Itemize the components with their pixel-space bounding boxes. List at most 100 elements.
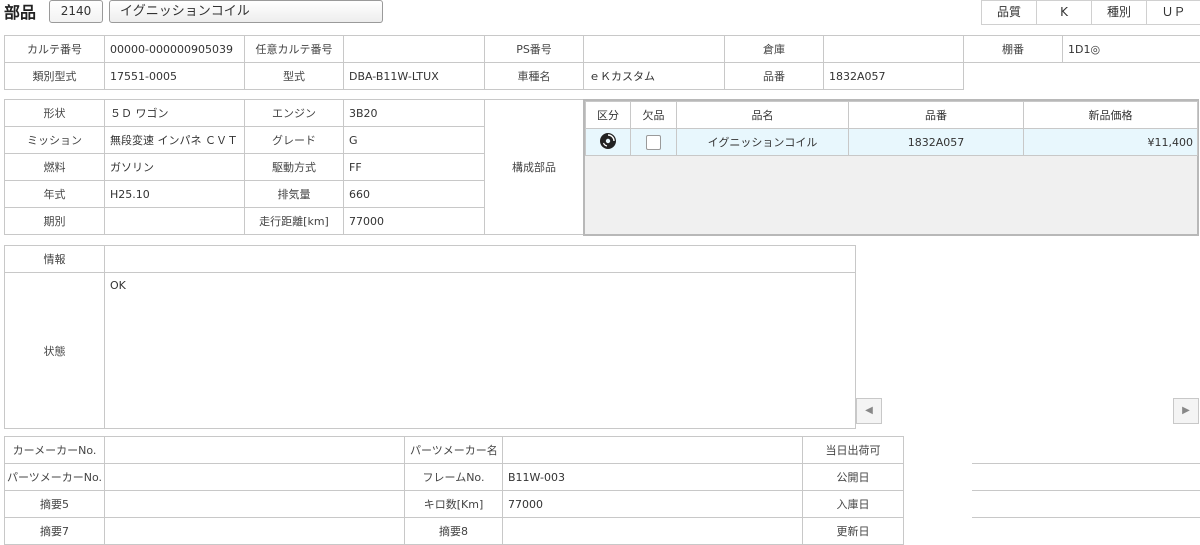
missing-checkbox[interactable] xyxy=(646,135,661,150)
page-title: 部品 xyxy=(4,1,36,25)
part-name-field[interactable]: イグニッションコイル xyxy=(109,0,383,23)
mileage-label: 走行距離[km] xyxy=(245,208,344,235)
parts-maker-name-value xyxy=(503,437,803,464)
frame-no-value: B11W-003 xyxy=(503,464,803,491)
part-code-field[interactable]: 2140 xyxy=(49,0,103,23)
summary8-value xyxy=(503,518,803,545)
scroll-left-button[interactable]: ◀ xyxy=(856,398,882,424)
info-value xyxy=(105,246,856,273)
km-label: キロ数[Km] xyxy=(405,491,503,518)
model-label: 型式 xyxy=(245,63,344,90)
same-day-ship-value xyxy=(972,463,1200,464)
displacement-label: 排気量 xyxy=(245,181,344,208)
table-row[interactable]: イグニッションコイル 1832A057 ¥11,400 xyxy=(586,129,1198,156)
component-parts-label: 構成部品 xyxy=(485,100,584,235)
bottom-row: カーメーカーNo. パーツメーカー名 当日出荷可 xyxy=(5,437,904,464)
karte-number-value: 00000-000000905039 xyxy=(105,36,245,63)
grade-value: G xyxy=(344,127,485,154)
shape-value: ５Ｄ ワゴン xyxy=(105,100,245,127)
type-value: ＵＰ xyxy=(1146,0,1200,25)
info-note-row: 情報 xyxy=(5,246,856,273)
bottom-row: 摘要7 摘要8 更新日 xyxy=(5,518,904,545)
class-model-value: 17551-0005 xyxy=(105,63,245,90)
car-name-label: 車種名 xyxy=(485,63,584,90)
publish-date-value xyxy=(972,490,1200,491)
arrival-date-label: 入庫日 xyxy=(803,491,904,518)
col-name-header: 品名 xyxy=(677,102,849,129)
drive-value: FF xyxy=(344,154,485,181)
parts-maker-no-label: パーツメーカーNo. xyxy=(5,464,105,491)
car-maker-no-label: カーメーカーNo. xyxy=(5,437,105,464)
transmission-value: 無段変速 インパネ ＣＶＴ xyxy=(105,127,245,154)
summary5-label: 摘要5 xyxy=(5,491,105,518)
quality-value: K xyxy=(1036,0,1091,25)
bottom-row: パーツメーカーNo. フレームNo. B11W-003 公開日 xyxy=(5,464,904,491)
year-label: 年式 xyxy=(5,181,105,208)
arrival-date-value xyxy=(972,517,1200,518)
model-value: DBA-B11W-LTUX xyxy=(344,63,485,90)
disc-icon xyxy=(599,132,617,150)
transmission-label: ミッション xyxy=(5,127,105,154)
grade-label: グレード xyxy=(245,127,344,154)
fuel-label: 燃料 xyxy=(5,154,105,181)
summary7-label: 摘要7 xyxy=(5,518,105,545)
bottom-row: 摘要5 キロ数[Km] 77000 入庫日 xyxy=(5,491,904,518)
year-value: H25.10 xyxy=(105,181,245,208)
car-maker-no-value xyxy=(105,437,405,464)
part-number-cell: 1832A057 xyxy=(849,129,1024,156)
summary7-value xyxy=(105,518,405,545)
warehouse-label: 倉庫 xyxy=(725,36,824,63)
drive-label: 駆動方式 xyxy=(245,154,344,181)
scroll-right-button[interactable]: ▶ xyxy=(1173,398,1199,424)
ps-number-label: PS番号 xyxy=(485,36,584,63)
displacement-value: 660 xyxy=(344,181,485,208)
update-date-label: 更新日 xyxy=(803,518,904,545)
bottom-table: カーメーカーNo. パーツメーカー名 当日出荷可 パーツメーカーNo. フレーム… xyxy=(4,436,904,545)
status-row: 状態 OK xyxy=(5,273,856,429)
parts-maker-name-label: パーツメーカー名 xyxy=(405,437,503,464)
notes-table: 情報 状態 OK xyxy=(4,245,856,429)
same-day-ship-label: 当日出荷可 xyxy=(803,437,904,464)
mileage-value: 77000 xyxy=(344,208,485,235)
part-number-label: 品番 xyxy=(725,63,824,90)
class-model-label: 類別型式 xyxy=(5,63,105,90)
period-label: 期別 xyxy=(5,208,105,235)
status-value: OK xyxy=(105,273,856,429)
info-table: カルテ番号 00000-000000905039 任意カルテ番号 PS番号 倉庫… xyxy=(4,35,1200,90)
engine-label: エンジン xyxy=(245,100,344,127)
shelf-label: 棚番 xyxy=(964,36,1063,63)
info-label: 情報 xyxy=(5,246,105,273)
scroll-left-icon: ◀ xyxy=(865,405,873,416)
col-missing-header: 欠品 xyxy=(631,102,677,129)
publish-date-label: 公開日 xyxy=(803,464,904,491)
col-number-header: 品番 xyxy=(849,102,1024,129)
ps-number-value xyxy=(584,36,725,63)
spec-table: 形状 ５Ｄ ワゴン エンジン 3B20 構成部品 ミッション 無段変速 インパネ… xyxy=(4,99,584,235)
summary8-label: 摘要8 xyxy=(405,518,503,545)
parts-header-row: 区分 欠品 品名 品番 新品価格 xyxy=(586,102,1198,129)
info-row: 類別型式 17551-0005 型式 DBA-B11W-LTUX 車種名 ｅＫカ… xyxy=(5,63,1200,90)
category-cell xyxy=(586,129,631,156)
info-row: カルテ番号 00000-000000905039 任意カルテ番号 PS番号 倉庫… xyxy=(5,36,1200,63)
shelf-value: 1D1◎ xyxy=(1063,36,1200,63)
new-price-cell: ¥11,400 xyxy=(1024,129,1198,156)
shape-label: 形状 xyxy=(5,100,105,127)
type-label: 種別 xyxy=(1091,0,1146,25)
car-name-value: ｅＫカスタム xyxy=(584,63,725,90)
optional-karte-value xyxy=(344,36,485,63)
quality-label: 品質 xyxy=(981,0,1036,25)
period-value xyxy=(105,208,245,235)
karte-number-label: カルテ番号 xyxy=(5,36,105,63)
summary5-value xyxy=(105,491,405,518)
frame-no-label: フレームNo. xyxy=(405,464,503,491)
km-value: 77000 xyxy=(503,491,803,518)
empty-cell xyxy=(964,63,1200,90)
fuel-value: ガソリン xyxy=(105,154,245,181)
col-category-header: 区分 xyxy=(586,102,631,129)
component-parts-panel: 区分 欠品 品名 品番 新品価格 イグニッションコイル 1832A057 ¥11… xyxy=(583,99,1199,236)
col-price-header: 新品価格 xyxy=(1024,102,1198,129)
scroll-right-icon: ▶ xyxy=(1182,405,1190,416)
engine-value: 3B20 xyxy=(344,100,485,127)
spec-row: 形状 ５Ｄ ワゴン エンジン 3B20 構成部品 xyxy=(5,100,584,127)
part-number-value: 1832A057 xyxy=(824,63,964,90)
